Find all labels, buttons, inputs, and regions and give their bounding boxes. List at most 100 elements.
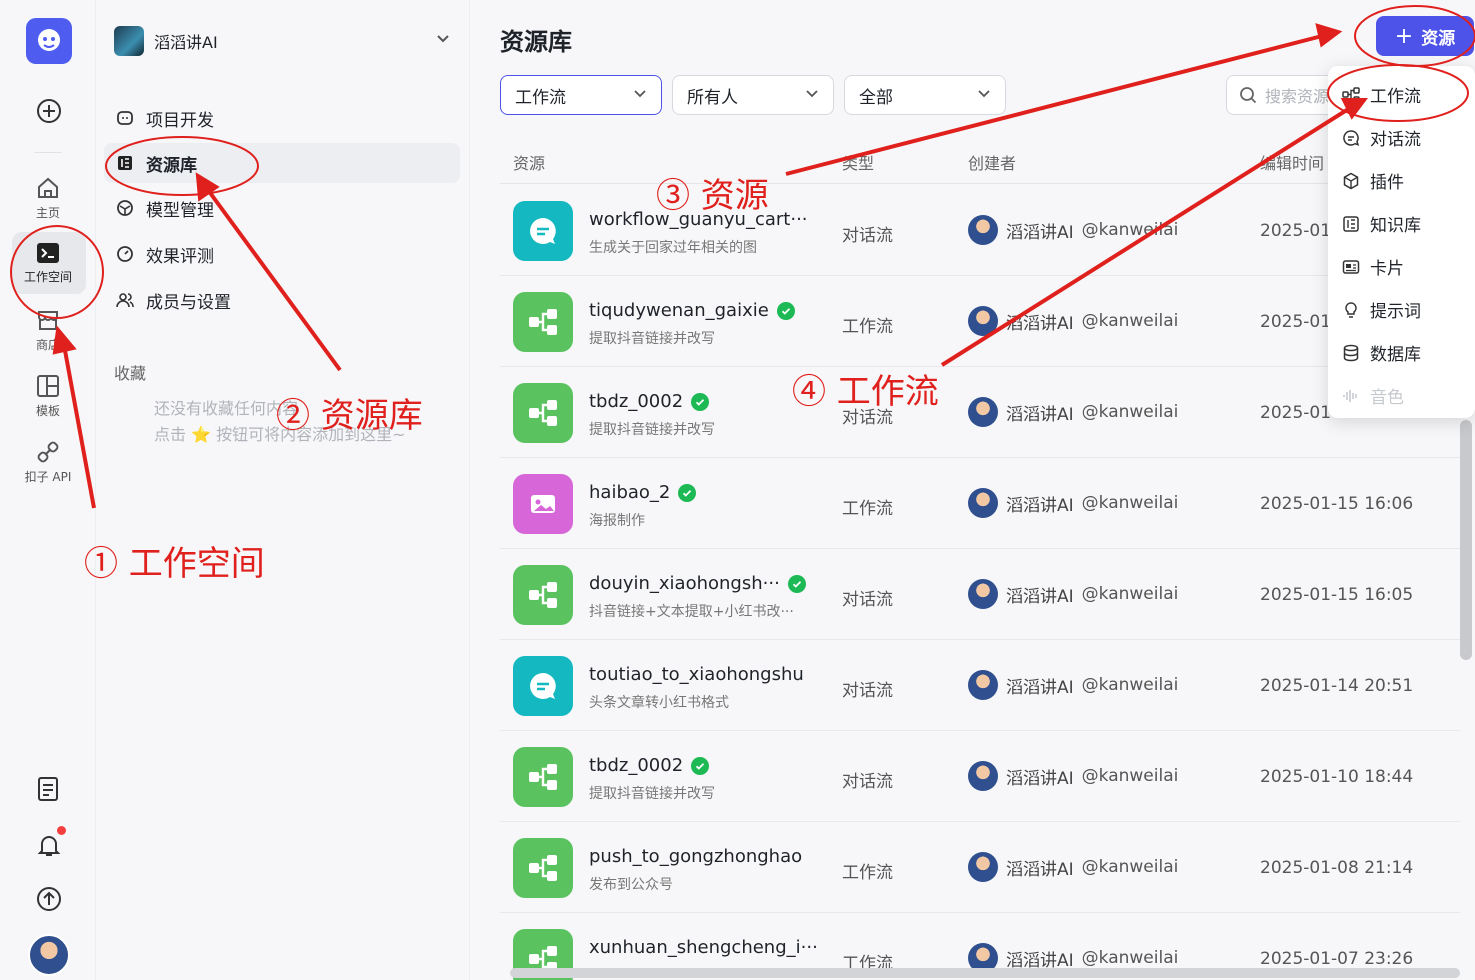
nav-resource-library[interactable]: 资源库	[104, 143, 460, 183]
col-edit-time: 编辑时间	[1260, 154, 1325, 173]
nav-project-dev[interactable]: 项目开发	[104, 98, 460, 138]
resource-edit-time: 2025-01-	[1260, 403, 1338, 423]
chatflow-icon	[1342, 129, 1360, 147]
creator-name: 滔滔讲AI	[1006, 768, 1074, 789]
create-plus-icon[interactable]	[36, 98, 62, 128]
rail-item-store[interactable]: 商店	[12, 308, 84, 353]
resource-edit-time: 2025-01-15 16:05	[1260, 585, 1414, 605]
workflow-icon	[513, 292, 573, 352]
table-row[interactable]: tbdz_0002 提取抖音链接并改写 对话流 滔滔讲AI @kanweilai 2025…	[500, 731, 1460, 822]
template-icon	[37, 375, 59, 397]
creator-avatar	[968, 215, 998, 245]
rail-item-templates[interactable]: 模板	[12, 374, 84, 419]
table-row[interactable]: tiqudywenan_gaixie 提取抖音链接并改写 工作流 滔滔讲AI @kanw…	[500, 276, 1460, 367]
menu-item-card[interactable]: 卡片	[1342, 254, 1404, 279]
nav-label: 成员与设置	[146, 292, 231, 313]
annotation-step4: ④ 工作流	[792, 372, 939, 412]
resource-name-cell: xunhuan_shengcheng_i···	[589, 937, 818, 958]
bell-icon[interactable]	[36, 832, 62, 862]
nav-members-settings[interactable]: 成员与设置	[104, 280, 460, 320]
horizontal-scrollbar[interactable]	[510, 968, 1460, 978]
store-icon	[38, 311, 58, 330]
upgrade-arrow-icon[interactable]	[36, 886, 62, 916]
knowledge-icon	[1342, 215, 1360, 233]
resource-name: tiqudywenan_gaixie	[589, 300, 769, 321]
nav-evaluation[interactable]: 效果评测	[104, 234, 460, 274]
published-check-icon	[691, 392, 710, 411]
home-icon	[38, 177, 58, 198]
add-resource-button[interactable]: + 资源	[1376, 16, 1474, 56]
resource-name: push_to_gongzhonghao	[589, 846, 803, 867]
voice-icon	[1342, 387, 1360, 405]
notification-dot	[57, 826, 66, 835]
rail-item-home[interactable]: 主页	[12, 176, 84, 221]
table-row[interactable]: douyin_xiaohongsh··· 抖音链接+文本提取+小红书改··· 对话流…	[500, 549, 1460, 640]
menu-item-plugin[interactable]: 插件	[1342, 168, 1404, 193]
filter-type-select[interactable]: 工作流	[500, 75, 662, 115]
creator-avatar	[968, 761, 998, 791]
menu-item-label: 工作流	[1370, 87, 1421, 107]
resource-name-cell: toutiao_to_xiaohongshu	[589, 664, 804, 685]
creator-avatar	[968, 579, 998, 609]
creator-avatar	[968, 670, 998, 700]
nav-model-management[interactable]: 模型管理	[104, 188, 460, 228]
docs-icon[interactable]	[36, 776, 60, 806]
library-icon	[118, 156, 132, 170]
nav-label: 模型管理	[146, 200, 214, 221]
filter-owner-select[interactable]: 所有人	[672, 75, 834, 115]
rail-item-api[interactable]: 扣子 API	[12, 440, 84, 485]
rail-item-label: 模板	[35, 404, 60, 418]
resource-type: 工作流	[842, 863, 893, 883]
rail-item-workspace[interactable]: 工作空间	[12, 242, 84, 285]
resource-edit-time: 2025-01-07 23:26	[1260, 949, 1414, 969]
resource-type: 工作流	[842, 499, 893, 519]
rail-item-label: 主页	[35, 206, 60, 220]
resource-edit-time: 2025-01-14 20:51	[1260, 676, 1414, 696]
creator-avatar	[968, 488, 998, 518]
table-row[interactable]: push_to_gongzhonghao 发布到公众号 工作流 滔滔讲AI @kanwe…	[500, 822, 1460, 913]
table-row[interactable]: tbdz_0002 提取抖音链接并改写 对话流 滔滔讲AI @kanweilai 2025…	[500, 367, 1460, 458]
workflow-icon	[513, 565, 573, 625]
chevron-down-icon[interactable]	[436, 34, 450, 44]
favorites-title: 收藏	[114, 364, 147, 383]
menu-item-database[interactable]: 数据库	[1342, 340, 1421, 365]
menu-item-workflow[interactable]: 工作流	[1342, 82, 1421, 107]
menu-item-prompt[interactable]: 提示词	[1342, 297, 1421, 322]
vertical-scrollbar[interactable]	[1460, 420, 1472, 660]
resource-type: 对话流	[842, 226, 893, 246]
filter-type-value: 工作流	[515, 87, 566, 108]
table-row[interactable]: toutiao_to_xiaohongshu 头条文章转小红书格式 对话流 滔滔讲AI…	[500, 640, 1460, 731]
menu-item-voice[interactable]: 音色	[1342, 383, 1404, 408]
menu-item-knowledge[interactable]: 知识库	[1342, 211, 1421, 236]
menu-item-chatflow[interactable]: 对话流	[1342, 125, 1421, 150]
creator-name: 滔滔讲AI	[1006, 495, 1074, 516]
resource-name: xunhuan_shengcheng_i···	[589, 937, 818, 958]
workspace-switcher[interactable]: 滔滔讲AI	[114, 26, 218, 56]
members-icon	[116, 293, 134, 308]
table-row[interactable]: workflow_guanyu_cart··· 生成关于回家过年相关的图 对话流 滔滔…	[500, 185, 1460, 276]
col-type: 类型	[842, 154, 875, 173]
workspace-name: 滔滔讲AI	[154, 33, 218, 52]
creator-handle: @kanweilai	[1081, 584, 1179, 604]
project-icon	[117, 111, 133, 125]
creator-handle: @kanweilai	[1081, 857, 1179, 877]
search-icon	[1240, 87, 1257, 104]
resource-creator: 滔滔讲AI @kanweilai	[968, 579, 1178, 609]
add-resource-label: 资源	[1421, 28, 1456, 49]
workspace-sidebar: 滔滔讲AI 项目开发 资源库 模型管理 效果评测 成员与设置 收藏 还没有收藏任…	[96, 0, 470, 980]
resource-edit-time: 2025-01-15 16:06	[1260, 494, 1414, 514]
resource-type: 对话流	[842, 590, 893, 610]
table-row[interactable]: haibao_2 海报制作 工作流 滔滔讲AI @kanweilai 2025-01-15…	[500, 458, 1460, 549]
creator-avatar	[968, 306, 998, 336]
published-check-icon	[691, 756, 710, 775]
rail-item-label: 商店	[35, 338, 60, 352]
resource-name-cell: tiqudywenan_gaixie	[589, 300, 795, 321]
filter-status-select[interactable]: 全部	[844, 75, 1006, 115]
user-avatar[interactable]	[28, 934, 70, 976]
filter-owner-value: 所有人	[687, 87, 738, 108]
published-check-icon	[787, 574, 806, 593]
annotation-step3: ③ 资源	[656, 176, 769, 216]
workflow-icon	[513, 747, 573, 807]
resource-creator: 滔滔讲AI @kanweilai	[968, 761, 1178, 791]
app-logo-icon[interactable]	[26, 18, 72, 64]
